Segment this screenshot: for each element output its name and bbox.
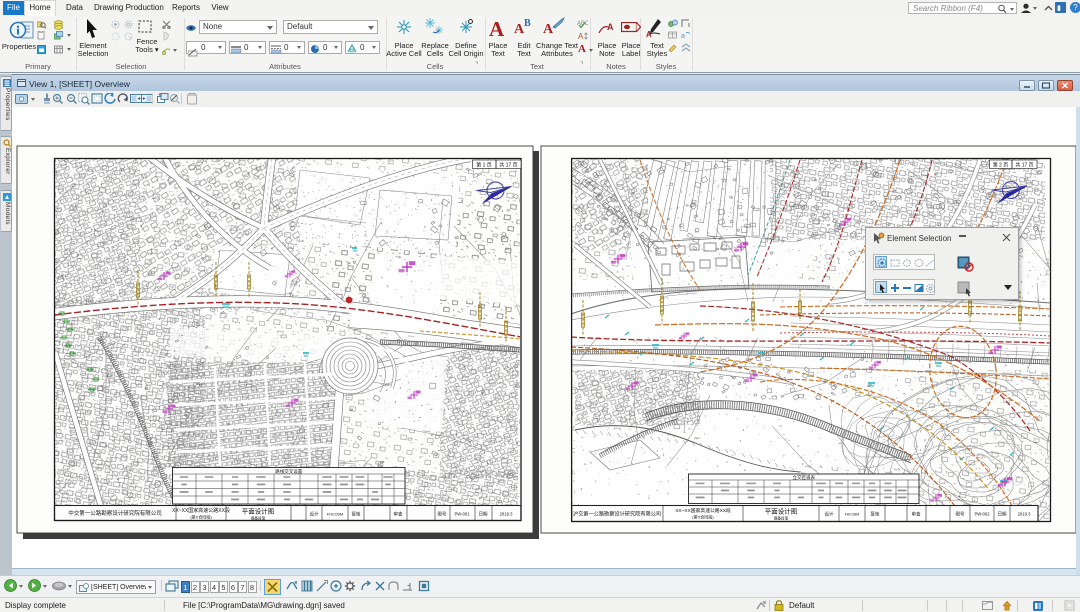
svg-text:第 2 页: 第 2 页 (993, 162, 1009, 169)
svg-text:路基段落: 路基段落 (251, 516, 266, 521)
svg-text:PW-001: PW-001 (454, 512, 470, 517)
svg-text:审查: 审查 (912, 511, 921, 518)
svg-text:复核: 复核 (871, 511, 880, 518)
svg-text:立交匝道表: 立交匝道表 (793, 474, 816, 481)
svg-text:平面设计图: 平面设计图 (765, 507, 798, 516)
svg-text:第 1 页: 第 1 页 (476, 162, 492, 169)
svg-text:共 17 页: 共 17 页 (499, 162, 517, 169)
svg-text:中交第一公路勘察设计研究院有限公司: 中交第一公路勘察设计研究院有限公司 (68, 509, 162, 517)
svg-text:审查: 审查 (394, 511, 403, 518)
svg-text:设计: 设计 (310, 511, 319, 518)
svg-text:共 17 页: 共 17 页 (1015, 162, 1033, 169)
svg-text:2019.3: 2019.3 (1018, 512, 1031, 517)
svg-text:PW-002: PW-002 (974, 512, 990, 517)
svg-text:平面设计图: 平面设计图 (242, 507, 275, 516)
svg-text:沪交第一公路勘察设计研究院有限公司: 沪交第一公路勘察设计研究院有限公司 (573, 510, 661, 518)
svg-text:(第X合同段): (第X合同段) (692, 514, 714, 520)
svg-text:FHCCBM: FHCCBM (845, 513, 860, 517)
svg-text:XX~XX国家高速公路XX段: XX~XX国家高速公路XX段 (675, 507, 731, 514)
svg-text:路线交叉设置: 路线交叉设置 (275, 468, 302, 475)
svg-text:设计: 设计 (825, 511, 834, 518)
svg-text:复核: 复核 (352, 511, 361, 518)
svg-text:XX~XX国家高速公路XX段: XX~XX国家高速公路XX段 (172, 507, 230, 514)
svg-text:2019.3: 2019.3 (500, 512, 513, 517)
svg-text:路基段落: 路基段落 (774, 516, 789, 521)
svg-text:FHCCBM: FHCCBM (327, 513, 343, 517)
svg-text:(第X合同段): (第X合同段) (190, 514, 212, 520)
